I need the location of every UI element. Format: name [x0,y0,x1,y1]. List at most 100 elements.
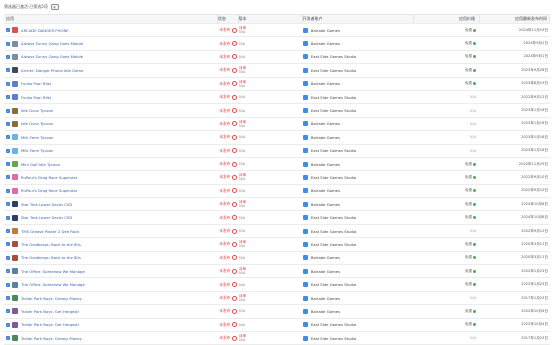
app-name-link[interactable]: Idle Gunz Tycoon [21,121,53,126]
select-checkbox[interactable]: ✓ [6,28,10,33]
table-row[interactable]: ✓ Trailer Park Boys: Greasy Money 未发布 待审 N/A… [4,292,550,306]
header-version[interactable]: 版本 [239,15,303,23]
select-checkbox[interactable]: ✓ [6,135,10,140]
select-checkbox[interactable]: ✓ [6,229,10,234]
app-name-link[interactable]: Star Trek Lower Decks CSD [21,215,72,220]
table-row[interactable]: ✓ Trailer Park Boys: Greasy Money 未发布 待审 N/A… [4,332,550,345]
table-row[interactable]: ✓ ARCADE DANGER PHONE 未发布 待审 N/A Bairade Game… [4,24,550,38]
table-row[interactable]: ✓ Funko Pop! Blitz 未发布 待审 N/A Bairade Games 免费… [4,78,550,91]
header-date[interactable]: 应用最新发布时间 [480,15,550,23]
app-name-link[interactable]: Trailer Park Boys: Greasy Money [21,336,82,341]
table-row[interactable]: ✓ Milk Farm Tycoon 未发布 N/A Bairade Games N/A 2… [4,131,550,145]
table-row[interactable]: ✓ Funko Pop! Blitz 未发布 N/A East Side Games S… [4,91,550,105]
select-checkbox[interactable]: ✓ [6,202,10,207]
select-checkbox[interactable]: ✓ [6,282,10,287]
info-icon[interactable] [231,188,237,194]
table-row[interactable]: ✓ Always Sunny Gang Goes Mobile 未发布 N/A East… [4,51,550,65]
info-icon[interactable] [231,228,237,234]
info-icon[interactable] [231,134,237,140]
info-icon[interactable] [231,255,237,261]
app-name-link[interactable]: Trailer Park Boys: Get Hergest! [21,309,79,314]
table-row[interactable]: ✓ The Office: Somehow We Manage 未发布 N/A East… [4,278,550,292]
table-row[interactable]: ✓ TMS Grease Poster 2 Dee Rock 未发布 N/A East … [4,225,550,239]
select-checkbox[interactable]: ✓ [6,255,10,260]
select-checkbox[interactable]: ✓ [6,309,10,314]
app-name-link[interactable]: TMS Grease Poster 2 Dee Rock [21,229,79,234]
info-icon[interactable] [231,148,237,154]
toggle-icon[interactable]: ◐ [50,4,59,10]
table-row[interactable]: ✓ RuPaul's Drag Race Superstar 未发布 N/A Baira… [4,185,550,199]
select-checkbox[interactable]: ✓ [6,108,10,113]
table-row[interactable]: ✓ The Goldbergs: Back to the 80s 未发布 待审 N/A E… [4,238,550,252]
info-icon[interactable] [231,54,237,60]
table-row[interactable]: ✓ Star Trek Lower Decks CSD 未发布 待审 N/A Bairad… [4,198,550,212]
table-row[interactable]: ✓ The Goldbergs: Back to the 80s 未发布 N/A Bai… [4,252,550,266]
info-icon[interactable] [231,121,237,127]
table-row[interactable]: ✓ Trailer Park Boys: Get Hergest! 未发布 N/A Ba… [4,305,550,319]
select-checkbox[interactable]: ✓ [6,81,10,86]
header-price[interactable]: 应用价格 [414,15,480,23]
info-icon[interactable] [231,161,237,167]
info-icon[interactable] [231,81,237,87]
header-publisher[interactable]: 开发者账户 [303,15,414,23]
info-icon[interactable] [231,268,237,274]
header-status[interactable]: 状态 [218,15,239,23]
info-icon[interactable] [231,67,237,73]
info-icon[interactable] [231,241,237,247]
info-icon[interactable] [231,108,237,114]
table-row[interactable]: ✓ Milk Farm Tycoon 未发布 N/A East Side Games S… [4,145,550,158]
select-checkbox[interactable]: ✓ [6,269,10,274]
info-icon[interactable] [231,201,237,207]
table-row[interactable]: ✓ The Office: Somehow We Manage 未发布 待审 N/A Ba… [4,265,550,279]
app-name-link[interactable]: Trailer Park Boys: Greasy Money [21,296,82,301]
app-name-link[interactable]: Funko Pop! Blitz [21,95,51,100]
info-icon[interactable] [231,41,237,47]
app-name-link[interactable]: Idle Gunz Tycoon [21,108,53,113]
app-name-link[interactable]: Milk Farm Tycoon [21,135,53,140]
table-row[interactable]: ✓ Idle Gunz Tycoon 未发布 N/A East Side Games S… [4,104,550,118]
select-checkbox[interactable]: ✓ [6,175,10,180]
app-name-link[interactable]: Trailer Park Boys: Get Hergest! [21,322,79,327]
app-name-link[interactable]: Always Sunny Gang Goes Mobile [21,41,83,46]
info-icon[interactable] [231,282,237,288]
select-checkbox[interactable]: ✓ [6,188,10,193]
app-name-link[interactable]: The Office: Somehow We Manage [21,269,85,274]
table-row[interactable]: ✓ Always Sunny Gang Goes Mobile 未发布 N/A Bair… [4,37,550,51]
table-row[interactable]: ✓ RuPaul's Drag Race Superstar 未发布 待审 N/A Eas… [4,171,550,185]
app-name-link[interactable]: Star Trek Lower Decks CSD [21,202,72,207]
table-row[interactable]: ✓ Trailer Park Boys: Get Hergest! 未发布 N/A Ea… [4,319,550,332]
info-icon[interactable] [231,94,237,100]
info-icon[interactable] [231,322,237,328]
select-checkbox[interactable]: ✓ [6,148,10,153]
select-checkbox[interactable]: ✓ [6,296,10,300]
info-icon[interactable] [231,27,237,33]
app-name-link[interactable]: Funko Pop! Blitz [21,81,51,86]
app-name-link[interactable]: The Goldbergs: Back to the 80s [21,242,81,247]
table-row[interactable]: ✓ Star Trek Lower Decks CSD 未发布 N/A East Sid… [4,211,550,225]
select-checkbox[interactable]: ✓ [6,95,10,100]
select-checkbox[interactable]: ✓ [6,41,10,46]
select-checkbox[interactable]: ✓ [6,242,10,247]
select-checkbox[interactable]: ✓ [6,162,10,167]
app-name-link[interactable]: The Office: Somehow We Manage [21,282,85,287]
select-checkbox[interactable]: ✓ [6,215,10,220]
app-name-link[interactable]: The Goldbergs: Back to the 80s [21,255,81,260]
select-checkbox[interactable]: ✓ [6,322,10,327]
table-row[interactable]: ✓ Mini Golf Idle Tycoon 未发布 N/A Bairade Game… [4,158,550,172]
app-name-link[interactable]: RuPaul's Drag Race Superstar [21,175,77,180]
info-icon[interactable] [231,295,237,301]
select-checkbox[interactable]: ✓ [6,54,10,59]
info-icon[interactable] [231,215,237,221]
app-name-link[interactable]: ARCADE DANGER PHONE [21,28,69,33]
app-name-link[interactable]: Archer: Danger Phone Idle Game [21,68,83,73]
app-name-link[interactable]: RuPaul's Drag Race Superstar [21,188,77,193]
app-name-link[interactable]: Mini Golf Idle Tycoon [21,162,60,167]
app-name-link[interactable]: Always Sunny Gang Goes Mobile [21,54,83,59]
info-icon[interactable] [231,335,237,341]
table-row[interactable]: ✓ Idle Gunz Tycoon 未发布 待审 N/A Bairade Games N/… [4,118,550,132]
info-icon[interactable] [231,308,237,314]
table-row[interactable]: ✓ Archer: Danger Phone Idle Game 未发布 待审 N/A E… [4,64,550,78]
select-checkbox[interactable]: ✓ [6,68,10,73]
app-name-link[interactable]: Milk Farm Tycoon [21,148,53,153]
info-icon[interactable] [231,174,237,180]
